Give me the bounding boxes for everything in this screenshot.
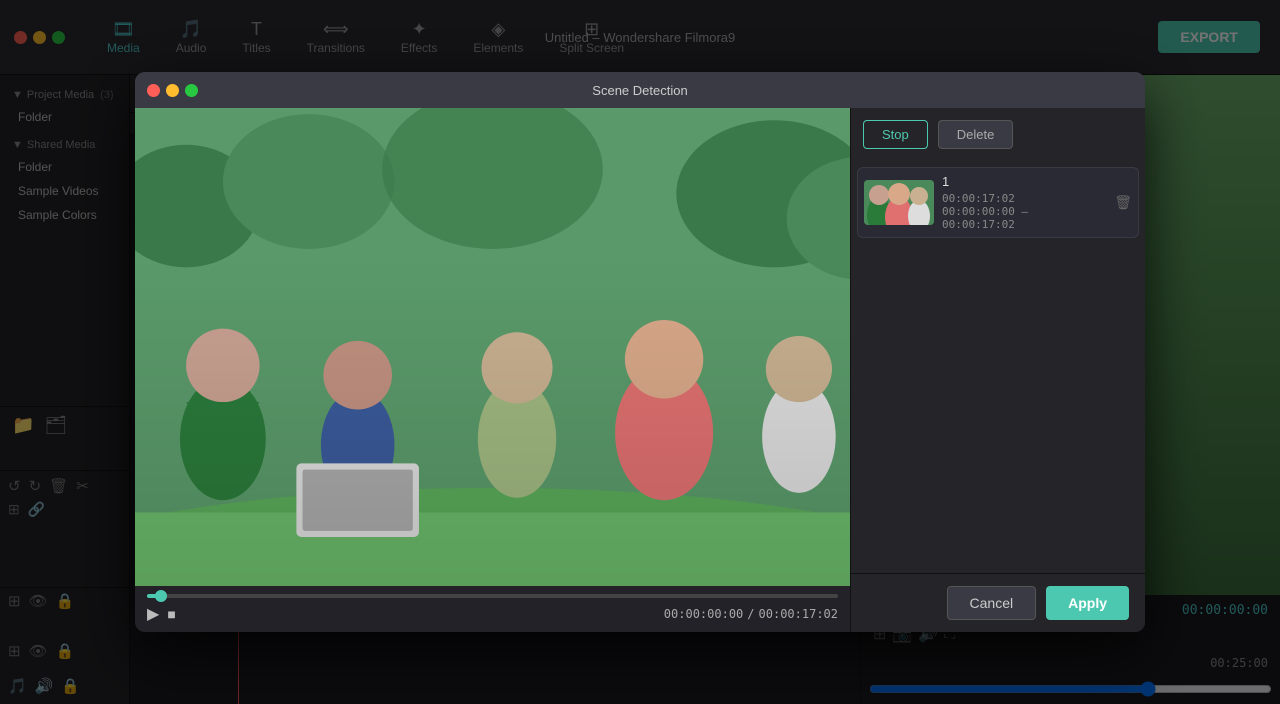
modal-close-button[interactable] bbox=[147, 84, 160, 97]
stop-button[interactable]: Stop bbox=[863, 120, 928, 149]
delete-button[interactable]: Delete bbox=[938, 120, 1014, 149]
progress-indicator bbox=[155, 590, 167, 602]
modal-video-frame bbox=[135, 108, 850, 586]
scene-thumbnail bbox=[864, 180, 934, 225]
scene-delete-icon[interactable]: 🗑 bbox=[1114, 194, 1132, 211]
cancel-button[interactable]: Cancel bbox=[947, 586, 1037, 620]
modal-overlay: Scene Detection bbox=[0, 0, 1280, 704]
scene-detection-modal: Scene Detection bbox=[135, 72, 1145, 632]
scene-info: 1 00:00:17:02 00:00:00:00 – 00:00:17:02 bbox=[942, 174, 1106, 231]
modal-maximize-button[interactable] bbox=[185, 84, 198, 97]
play-button[interactable]: ▶ bbox=[147, 604, 159, 624]
video-art bbox=[135, 108, 850, 586]
modal-footer: Cancel Apply bbox=[851, 573, 1145, 632]
scene-item[interactable]: 1 00:00:17:02 00:00:00:00 – 00:00:17:02 … bbox=[857, 167, 1139, 238]
video-time-display: 00:00:00:00 / 00:00:17:02 bbox=[664, 607, 838, 621]
modal-video-area: ▶ ■ 00:00:00:00 / 00:00:17:02 bbox=[135, 108, 850, 632]
modal-right-header: Stop Delete bbox=[851, 108, 1145, 161]
apply-button[interactable]: Apply bbox=[1046, 586, 1129, 620]
modal-body: ▶ ■ 00:00:00:00 / 00:00:17:02 Stop bbox=[135, 108, 1145, 632]
progress-bar[interactable] bbox=[147, 594, 838, 598]
modal-titlebar: Scene Detection bbox=[135, 72, 1145, 108]
playback-controls: ▶ ■ bbox=[147, 604, 176, 624]
modal-window-controls bbox=[147, 84, 198, 97]
scene-list: 1 00:00:17:02 00:00:00:00 – 00:00:17:02 … bbox=[851, 161, 1145, 573]
modal-minimize-button[interactable] bbox=[166, 84, 179, 97]
stop-playback-button[interactable]: ■ bbox=[167, 606, 175, 622]
modal-title: Scene Detection bbox=[592, 83, 687, 98]
modal-video-controls: ▶ ■ 00:00:00:00 / 00:00:17:02 bbox=[135, 586, 850, 632]
scene-thumb-svg bbox=[864, 180, 934, 225]
modal-right-panel: Stop Delete bbox=[850, 108, 1145, 632]
